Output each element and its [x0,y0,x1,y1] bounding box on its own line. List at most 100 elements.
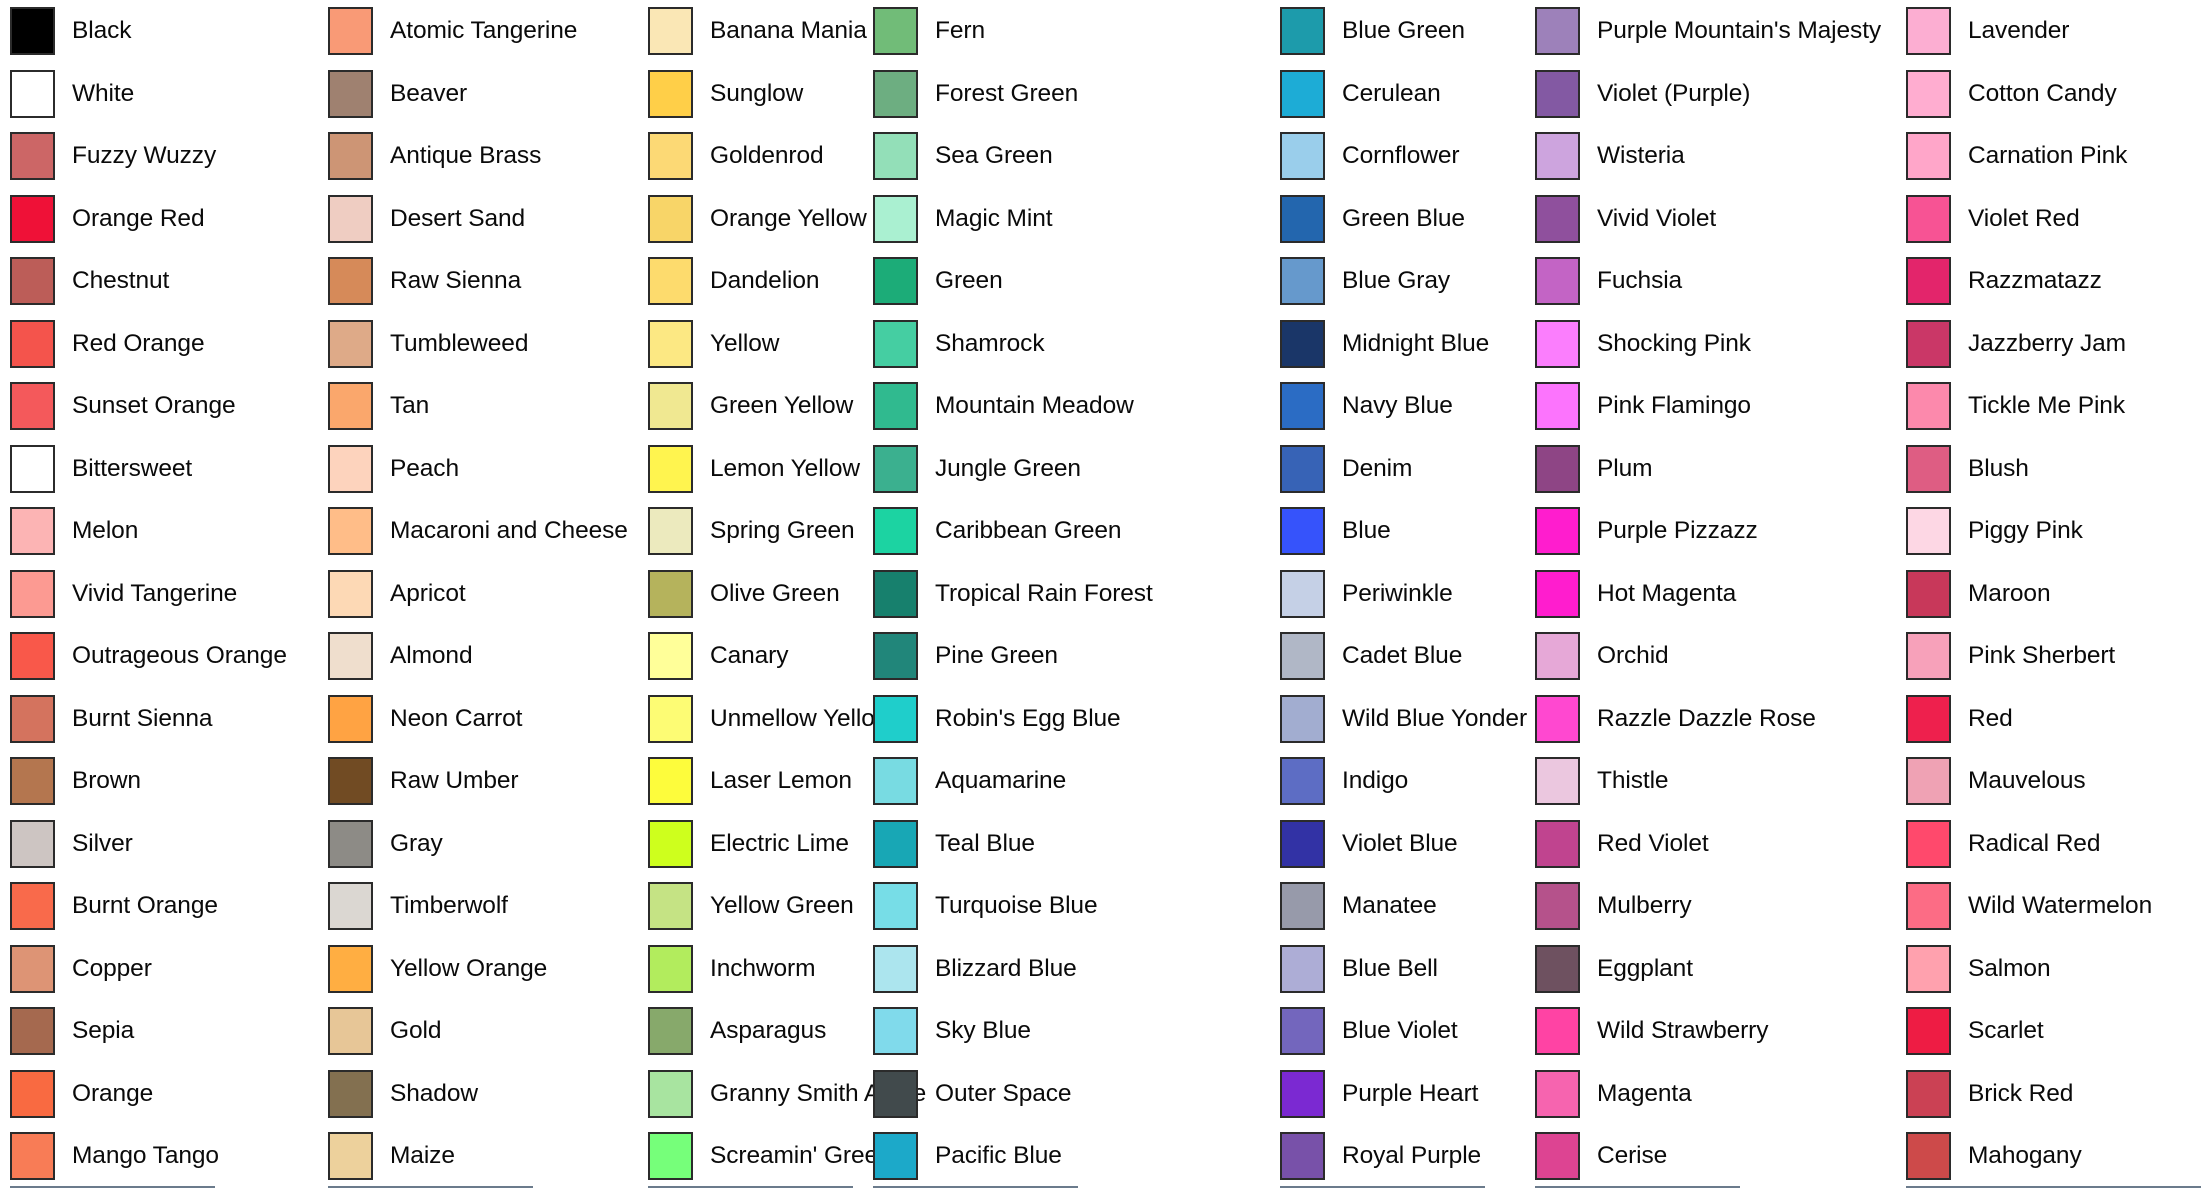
color-swatch[interactable] [1535,444,1580,493]
swatch-row[interactable]: Yellow Orange [328,938,628,1001]
color-swatch[interactable] [328,1007,373,1056]
color-swatch[interactable] [1280,69,1325,118]
color-swatch[interactable] [1535,507,1580,556]
swatch-row[interactable]: Red [1906,688,2205,751]
color-swatch[interactable] [1535,569,1580,618]
swatch-row[interactable]: Antique Brass [328,125,628,188]
swatch-row[interactable]: Red Violet [1535,813,1835,876]
swatch-row[interactable]: Brick Red [1906,1063,2205,1126]
color-swatch[interactable] [1906,7,1951,56]
swatch-row[interactable]: Shadow [328,1063,628,1126]
color-swatch[interactable] [648,382,693,431]
color-swatch[interactable] [1280,319,1325,368]
color-swatch[interactable] [1280,382,1325,431]
color-swatch[interactable] [10,319,55,368]
color-swatch[interactable] [1535,882,1580,931]
swatch-row[interactable]: Fern [873,0,1173,63]
swatch-row[interactable]: Almond [328,625,628,688]
color-swatch[interactable] [1535,632,1580,681]
swatch-row[interactable]: Mountain Meadow [873,375,1173,438]
color-swatch[interactable] [1280,444,1325,493]
color-swatch[interactable] [1906,757,1951,806]
swatch-row[interactable]: Forest Green [873,63,1173,126]
color-swatch[interactable] [873,69,918,118]
color-swatch[interactable] [873,319,918,368]
color-swatch[interactable] [1280,1132,1325,1181]
swatch-row[interactable]: Mahogany [1906,1125,2205,1188]
color-swatch[interactable] [1535,194,1580,243]
color-swatch[interactable] [1535,944,1580,993]
color-swatch[interactable] [10,7,55,56]
color-swatch[interactable] [10,632,55,681]
color-swatch[interactable] [1906,194,1951,243]
swatch-row[interactable]: Tan [328,375,628,438]
color-swatch[interactable] [1906,257,1951,306]
color-swatch[interactable] [648,944,693,993]
color-swatch[interactable] [328,69,373,118]
color-swatch[interactable] [873,1132,918,1181]
swatch-row[interactable]: Cerise [1535,1125,1835,1188]
color-swatch[interactable] [648,819,693,868]
color-swatch[interactable] [648,69,693,118]
color-swatch[interactable] [1280,757,1325,806]
swatch-row[interactable]: Sky Blue [873,1000,1173,1063]
swatch-row[interactable]: Raw Sienna [328,250,628,313]
swatch-row[interactable]: Robin's Egg Blue [873,688,1173,751]
swatch-row[interactable]: Mauvelous [1906,750,2205,813]
color-swatch[interactable] [873,944,918,993]
color-swatch[interactable] [10,382,55,431]
color-swatch[interactable] [1906,1132,1951,1181]
color-swatch[interactable] [648,7,693,56]
color-swatch[interactable] [1906,319,1951,368]
swatch-row[interactable]: Blush [1906,438,2205,501]
color-swatch[interactable] [1535,819,1580,868]
color-swatch[interactable] [10,1069,55,1118]
swatch-row[interactable]: Shocking Pink [1535,313,1835,376]
color-swatch[interactable] [1280,1069,1325,1118]
swatch-row[interactable]: Pink Sherbert [1906,625,2205,688]
color-swatch[interactable] [648,507,693,556]
color-swatch[interactable] [10,1132,55,1181]
color-swatch[interactable] [1280,882,1325,931]
color-swatch[interactable] [873,694,918,743]
color-swatch[interactable] [1535,257,1580,306]
swatch-row[interactable]: Wild Strawberry [1535,1000,1835,1063]
swatch-row[interactable]: Tumbleweed [328,313,628,376]
swatch-row[interactable]: Jungle Green [873,438,1173,501]
color-swatch[interactable] [328,569,373,618]
swatch-row[interactable]: Plum [1535,438,1835,501]
color-swatch[interactable] [1280,632,1325,681]
color-swatch[interactable] [1280,194,1325,243]
color-swatch[interactable] [1906,382,1951,431]
swatch-row[interactable]: Macaroni and Cheese [328,500,628,563]
swatch-row[interactable]: Wisteria [1535,125,1835,188]
swatch-row[interactable]: Maroon [1906,563,2205,626]
color-swatch[interactable] [648,882,693,931]
swatch-row[interactable]: Purple Pizzazz [1535,500,1835,563]
swatch-row[interactable]: Blizzard Blue [873,938,1173,1001]
color-swatch[interactable] [873,757,918,806]
color-swatch[interactable] [1280,694,1325,743]
color-swatch[interactable] [10,694,55,743]
color-swatch[interactable] [648,1069,693,1118]
swatch-row[interactable]: Copper [10,938,310,1001]
swatch-row[interactable]: Razzmatazz [1906,250,2205,313]
color-swatch[interactable] [10,819,55,868]
color-swatch[interactable] [873,444,918,493]
color-swatch[interactable] [10,69,55,118]
swatch-row[interactable]: Tickle Me Pink [1906,375,2205,438]
swatch-row[interactable]: Pine Green [873,625,1173,688]
color-swatch[interactable] [1535,7,1580,56]
color-swatch[interactable] [873,507,918,556]
color-swatch[interactable] [648,1007,693,1056]
color-swatch[interactable] [1535,1069,1580,1118]
color-swatch[interactable] [873,194,918,243]
color-swatch[interactable] [1535,757,1580,806]
color-swatch[interactable] [1906,694,1951,743]
color-swatch[interactable] [328,1132,373,1181]
color-swatch[interactable] [873,7,918,56]
color-swatch[interactable] [1906,944,1951,993]
swatch-row[interactable]: Orange Red [10,188,310,251]
color-swatch[interactable] [1535,69,1580,118]
swatch-row[interactable]: Shamrock [873,313,1173,376]
